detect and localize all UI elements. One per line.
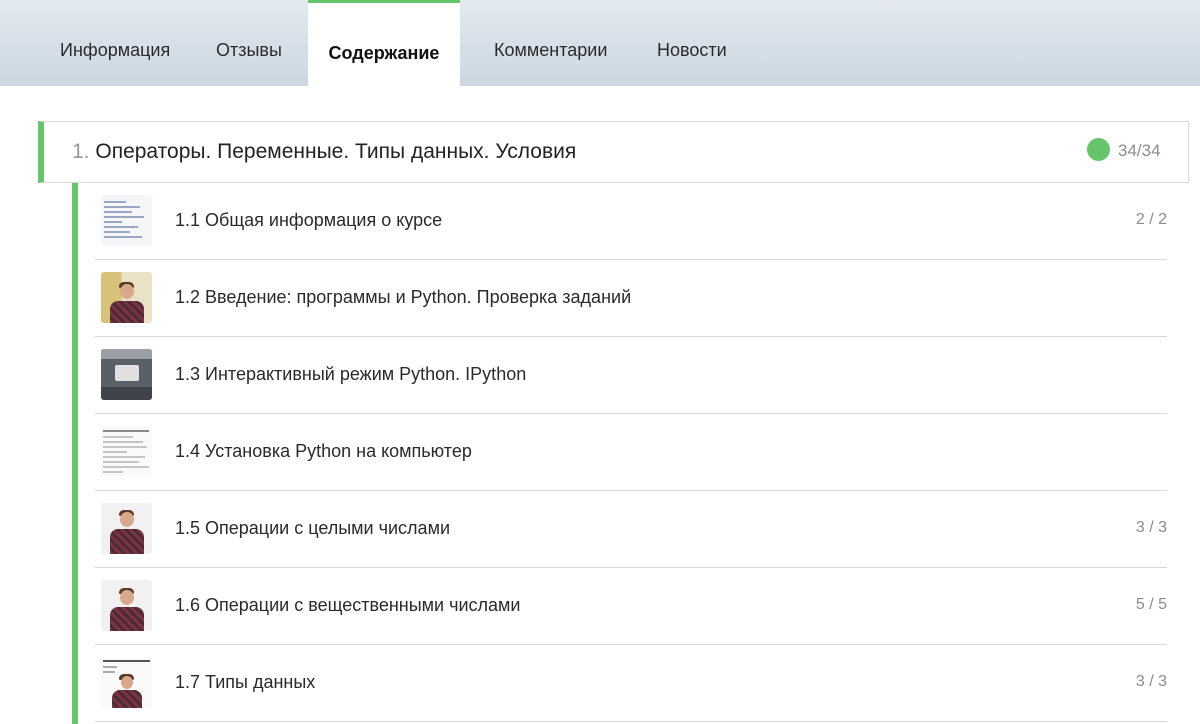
- course-tab-bar: Информация Отзывы Содержание Комментарии…: [0, 0, 1200, 86]
- tab-news[interactable]: Новости: [657, 0, 727, 86]
- lesson-progress: 3 / 3: [1135, 519, 1167, 536]
- lesson-title: 1.1 Общая информация о курсе: [175, 210, 443, 230]
- module-title-text: Операторы. Переменные. Типы данных. Усло…: [95, 140, 577, 163]
- lesson-title: 1.6 Операции с вещественными числами: [175, 595, 521, 615]
- lesson-title: 1.5 Операции с целыми числами: [175, 518, 450, 538]
- video-thumbnail-icon: [101, 580, 152, 631]
- video-slide-thumbnail-icon: [101, 657, 152, 708]
- code-thumbnail-icon: [101, 195, 152, 246]
- lesson-item[interactable]: 1.2 Введение: программы и Python. Провер…: [95, 260, 1167, 337]
- screen-thumbnail-icon: [101, 349, 152, 400]
- lesson-item[interactable]: 1.4 Установка Python на компьютер: [95, 414, 1167, 491]
- lesson-title: 1.4 Установка Python на компьютер: [175, 441, 472, 461]
- video-thumbnail-icon: [101, 503, 152, 554]
- module-progress: 34/34: [1118, 141, 1161, 160]
- lesson-item[interactable]: 1.5 Операции с целыми числами 3 / 3: [95, 491, 1167, 568]
- tab-information[interactable]: Информация: [60, 0, 170, 86]
- tab-comments[interactable]: Комментарии: [494, 0, 607, 86]
- lesson-progress: 5 / 5: [1135, 596, 1167, 613]
- lesson-title: 1.2 Введение: программы и Python. Провер…: [175, 287, 632, 307]
- module-header[interactable]: 1. Операторы. Переменные. Типы данных. У…: [38, 121, 1189, 183]
- lesson-item[interactable]: 1.3 Интерактивный режим Python. IPython: [95, 337, 1167, 414]
- lesson-item[interactable]: 1.7 Типы данных 3 / 3: [95, 645, 1167, 722]
- module-title: 1. Операторы. Переменные. Типы данных. У…: [72, 140, 576, 164]
- lesson-item[interactable]: 1.1 Общая информация о курсе 2 / 2: [95, 183, 1167, 260]
- lessons-accent-bar: [72, 183, 78, 724]
- lesson-title: 1.3 Интерактивный режим Python. IPython: [175, 364, 527, 384]
- video-thumbnail-icon: [101, 272, 152, 323]
- tab-contents[interactable]: Содержание: [308, 0, 460, 86]
- document-thumbnail-icon: [101, 426, 152, 477]
- module-number: 1.: [72, 140, 90, 163]
- lesson-item[interactable]: 1.6 Операции с вещественными числами 5 /…: [95, 568, 1167, 645]
- lesson-progress: 2 / 2: [1135, 211, 1167, 228]
- lesson-title: 1.7 Типы данных: [175, 672, 316, 692]
- module-complete-status-icon: [1087, 138, 1110, 161]
- lesson-progress: 3 / 3: [1135, 673, 1167, 690]
- tab-reviews[interactable]: Отзывы: [216, 0, 282, 86]
